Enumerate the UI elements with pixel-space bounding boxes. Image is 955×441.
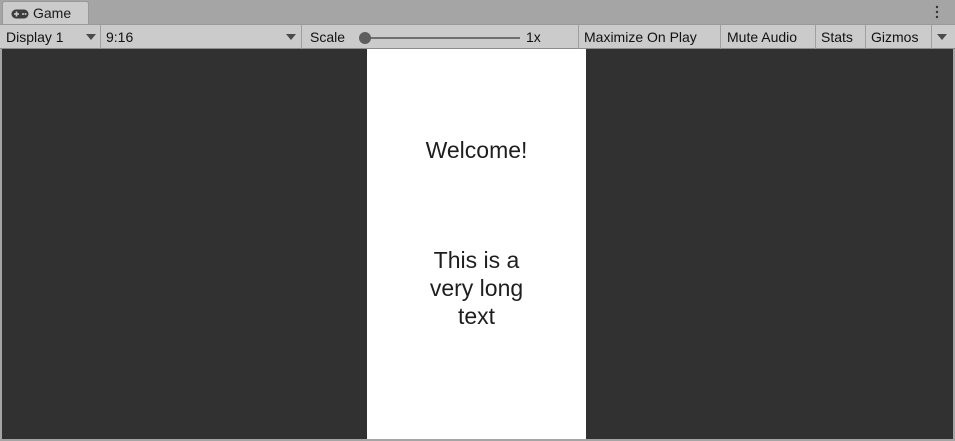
game-toolbar: Display 1 9:16 Scale 1x Maximize On Play…	[0, 24, 955, 49]
tab-game-label: Game	[33, 5, 72, 21]
display-dropdown-label: Display 1	[6, 29, 64, 45]
mute-audio-toggle[interactable]: Mute Audio	[721, 25, 816, 49]
scale-label: Scale	[310, 29, 346, 45]
chevron-down-icon	[286, 34, 296, 40]
kebab-menu-icon[interactable]	[930, 3, 944, 21]
scale-value: 1x	[526, 29, 541, 45]
display-dropdown[interactable]: Display 1	[0, 25, 101, 49]
gizmos-label: Gizmos	[871, 29, 919, 45]
maximize-on-play-toggle[interactable]: Maximize On Play	[579, 25, 721, 49]
gizmos-toggle[interactable]: Gizmos	[866, 25, 932, 49]
game-viewport[interactable]: Welcome! This is a very long text	[2, 49, 953, 439]
scale-slider[interactable]	[364, 37, 520, 39]
chevron-down-icon	[86, 34, 96, 40]
welcome-text: Welcome!	[425, 137, 528, 163]
long-text: This is a very long text	[429, 247, 524, 329]
mute-audio-label: Mute Audio	[727, 29, 798, 45]
stats-toggle[interactable]: Stats	[816, 25, 866, 49]
tab-game[interactable]: Game	[2, 1, 89, 24]
scale-slider-thumb[interactable]	[359, 32, 371, 44]
tab-strip: Game	[0, 0, 955, 24]
game-screen: Welcome! This is a very long text	[367, 49, 586, 439]
gizmos-dropdown[interactable]	[931, 25, 953, 49]
aspect-dropdown[interactable]: 9:16	[101, 25, 302, 49]
stats-label: Stats	[821, 29, 853, 45]
aspect-dropdown-label: 9:16	[106, 29, 134, 45]
chevron-down-icon	[937, 34, 947, 40]
game-window: Game Display 1 9:16 Scale 1x Maximize On…	[0, 0, 955, 441]
maximize-on-play-label: Maximize On Play	[584, 29, 697, 45]
gamepad-icon	[11, 9, 29, 19]
